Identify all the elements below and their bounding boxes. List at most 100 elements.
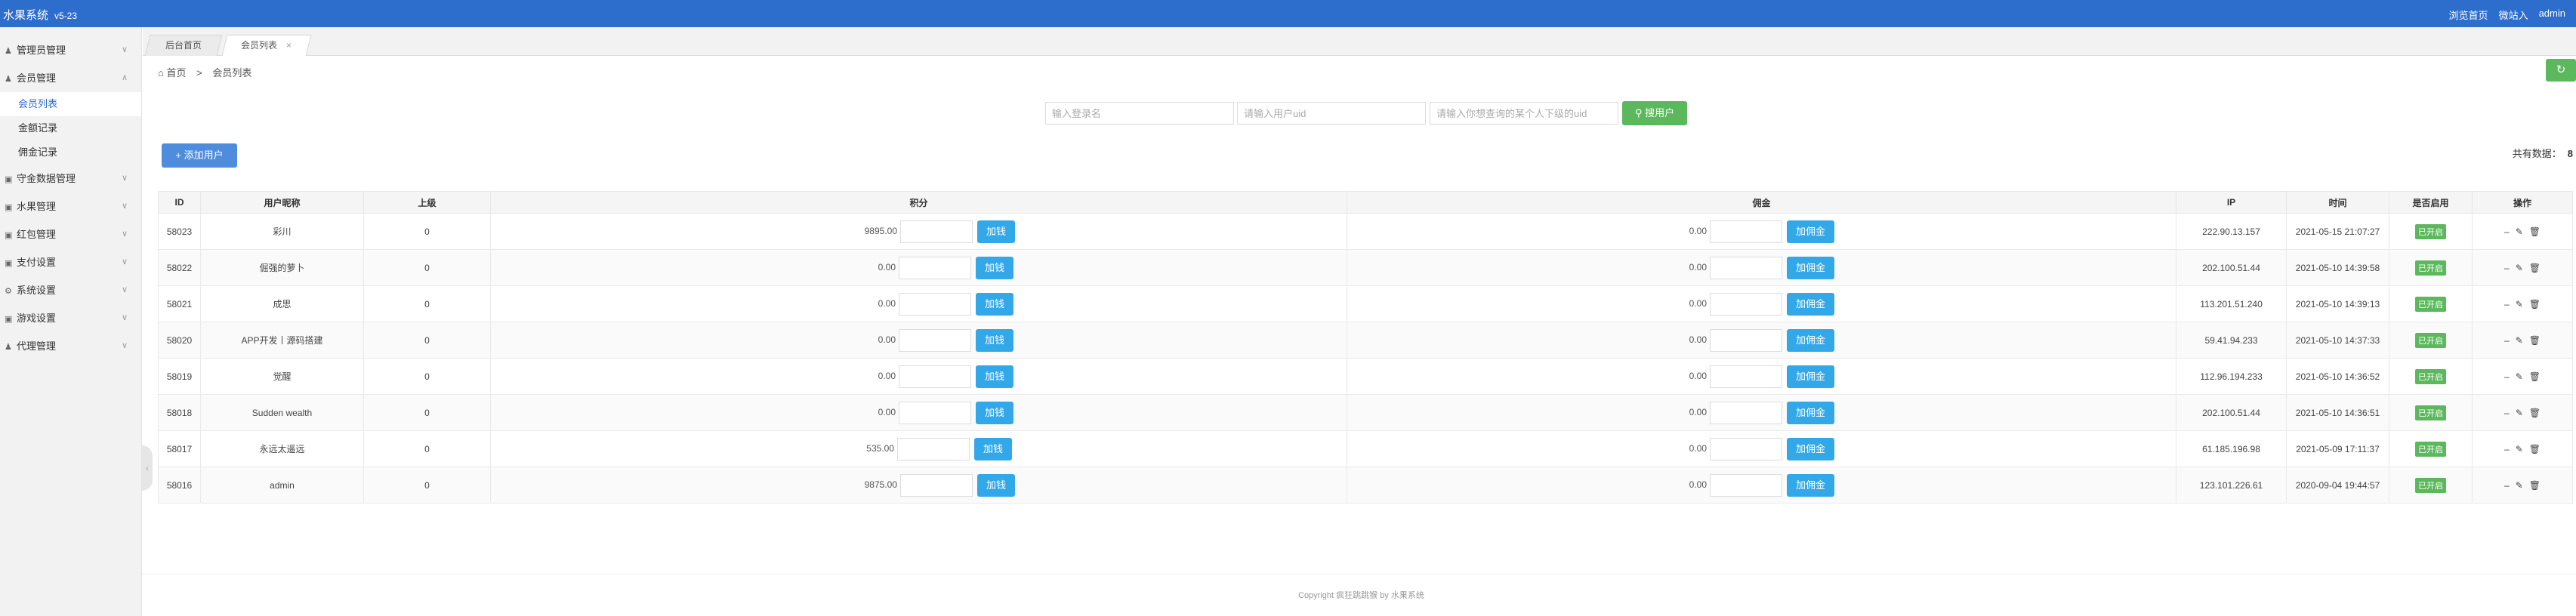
micro-site-link[interactable]: 微站入	[2499, 8, 2528, 22]
edit-icon[interactable]: ✎	[2516, 444, 2523, 454]
disable-icon[interactable]: –	[2504, 408, 2510, 418]
status-badge[interactable]: 已开启	[2415, 405, 2446, 420]
disable-icon[interactable]: –	[2504, 263, 2510, 273]
disable-icon[interactable]: –	[2504, 335, 2510, 346]
column-header: 是否启用	[2389, 191, 2473, 214]
commission-amount-input[interactable]	[1710, 256, 1782, 279]
refresh-button[interactable]: ↻	[2546, 59, 2576, 82]
disable-icon[interactable]: –	[2504, 299, 2510, 310]
score-amount-input[interactable]	[897, 437, 970, 460]
search-users-button[interactable]: ⚲ 搜用户	[1622, 101, 1687, 125]
add-score-button[interactable]: 加钱	[976, 401, 1014, 424]
tab-member-list[interactable]: 会员列表 ×	[221, 35, 312, 56]
status-badge[interactable]: 已开启	[2415, 332, 2446, 348]
trash-icon[interactable]: 🗑	[2529, 480, 2541, 491]
breadcrumb-home[interactable]: 首页	[166, 67, 186, 79]
add-commission-button[interactable]: 加佣金	[1787, 220, 1835, 243]
commission-amount-input[interactable]	[1710, 401, 1782, 424]
sidebar-item-payment[interactable]: ▣ 支付设置 ∨	[0, 248, 141, 276]
disable-icon[interactable]: –	[2504, 444, 2510, 454]
score-amount-input[interactable]	[899, 292, 971, 316]
sidebar-subitem-member-list[interactable]: 会员列表	[0, 92, 141, 116]
add-commission-button[interactable]: 加佣金	[1787, 365, 1835, 388]
add-score-button[interactable]: 加钱	[976, 292, 1014, 316]
edit-icon[interactable]: ✎	[2516, 263, 2523, 273]
disable-icon[interactable]: –	[2504, 371, 2510, 382]
commission-amount-input[interactable]	[1710, 365, 1782, 388]
sidebar-item-admin[interactable]: ♟ 管理员管理 ∨	[0, 36, 141, 64]
sidebar-item-redpacket[interactable]: ▣ 红包管理 ∨	[0, 220, 141, 248]
add-commission-button[interactable]: 加佣金	[1787, 437, 1835, 460]
commission-amount-input[interactable]	[1710, 292, 1782, 316]
edit-icon[interactable]: ✎	[2516, 299, 2523, 310]
status-badge[interactable]: 已开启	[2415, 441, 2446, 457]
sub-uid-search-input[interactable]	[1430, 102, 1618, 125]
sidebar-collapse-toggle[interactable]: ‹	[142, 445, 153, 491]
add-commission-button[interactable]: 加佣金	[1787, 292, 1835, 316]
add-score-button[interactable]: 加钱	[976, 328, 1014, 352]
edit-icon[interactable]: ✎	[2516, 335, 2523, 346]
add-commission-button[interactable]: 加佣金	[1787, 256, 1835, 279]
score-amount-input[interactable]	[900, 473, 973, 497]
trash-icon[interactable]: 🗑	[2529, 299, 2541, 310]
uid-search-input[interactable]	[1237, 102, 1426, 125]
add-commission-button[interactable]: 加佣金	[1787, 401, 1835, 424]
trash-icon[interactable]: 🗑	[2529, 371, 2541, 382]
sidebar-item-game[interactable]: ▣ 游戏设置 ∨	[0, 304, 141, 332]
add-score-button[interactable]: 加钱	[977, 473, 1016, 497]
cell-nickname: 彩川	[200, 213, 364, 250]
trash-icon[interactable]: 🗑	[2529, 263, 2541, 273]
commission-amount-input[interactable]	[1710, 437, 1782, 460]
add-score-button[interactable]: 加钱	[977, 220, 1016, 243]
edit-icon[interactable]: ✎	[2516, 480, 2523, 491]
score-amount-input[interactable]	[899, 256, 971, 279]
commission-amount-input[interactable]	[1710, 220, 1782, 243]
add-score-button[interactable]: 加钱	[976, 365, 1014, 388]
cell-score: 0.00 加钱	[490, 285, 1347, 322]
close-icon[interactable]: ×	[287, 40, 292, 51]
sidebar-item-system[interactable]: ⚙ 系统设置 ∨	[0, 276, 141, 304]
status-badge[interactable]: 已开启	[2415, 296, 2446, 312]
apple-icon: ▣	[5, 203, 13, 212]
sidebar-item-data[interactable]: ▣ 守金数据管理 ∨	[0, 165, 141, 192]
sidebar-subitem-commission-records[interactable]: 佣金记录	[0, 140, 141, 165]
commission-amount-input[interactable]	[1710, 473, 1782, 497]
commission-amount: 0.00	[1689, 225, 1707, 236]
score-amount-input[interactable]	[899, 328, 971, 352]
sidebar-item-agent[interactable]: ♟ 代理管理 ∨	[0, 332, 141, 360]
score-amount-input[interactable]	[899, 365, 971, 388]
trash-icon[interactable]: 🗑	[2529, 444, 2541, 454]
cell-enabled: 已开启	[2389, 322, 2473, 359]
edit-icon[interactable]: ✎	[2516, 226, 2523, 237]
score-amount-input[interactable]	[900, 220, 973, 243]
username-search-input[interactable]	[1045, 102, 1234, 125]
tab-dashboard[interactable]: 后台首页	[144, 35, 223, 56]
disable-icon[interactable]: –	[2504, 480, 2510, 491]
cell-parent: 0	[363, 285, 491, 322]
edit-icon[interactable]: ✎	[2516, 408, 2523, 418]
disable-icon[interactable]: –	[2504, 226, 2510, 237]
status-badge[interactable]: 已开启	[2415, 223, 2446, 239]
sidebar-item-fruit[interactable]: ▣ 水果管理 ∨	[0, 192, 141, 220]
sidebar-item-members[interactable]: ♟ 会员管理 ∧	[0, 64, 141, 92]
status-badge[interactable]: 已开启	[2415, 477, 2446, 493]
sidebar-item-label: 水果管理	[17, 201, 57, 212]
commission-amount-input[interactable]	[1710, 328, 1782, 352]
add-user-button[interactable]: + 添加用户	[162, 143, 237, 168]
edit-icon[interactable]: ✎	[2516, 371, 2523, 382]
add-score-button[interactable]: 加钱	[974, 437, 1013, 460]
add-score-button[interactable]: 加钱	[976, 256, 1014, 279]
add-commission-button[interactable]: 加佣金	[1787, 473, 1835, 497]
trash-icon[interactable]: 🗑	[2529, 226, 2541, 237]
status-badge[interactable]: 已开启	[2415, 260, 2446, 276]
trash-icon[interactable]: 🗑	[2529, 408, 2541, 418]
status-badge[interactable]: 已开启	[2415, 368, 2446, 384]
admin-user-menu[interactable]: admin	[2539, 8, 2565, 22]
cell-ip: 113.201.51.240	[2176, 285, 2287, 322]
trash-icon[interactable]: 🗑	[2529, 335, 2541, 346]
add-commission-button[interactable]: 加佣金	[1787, 328, 1835, 352]
score-amount-input[interactable]	[899, 401, 971, 424]
cell-ip: 61.185.196.98	[2176, 430, 2287, 467]
sidebar-subitem-amount-records[interactable]: 金额记录	[0, 116, 141, 140]
browse-home-link[interactable]: 浏览首页	[2449, 8, 2488, 22]
